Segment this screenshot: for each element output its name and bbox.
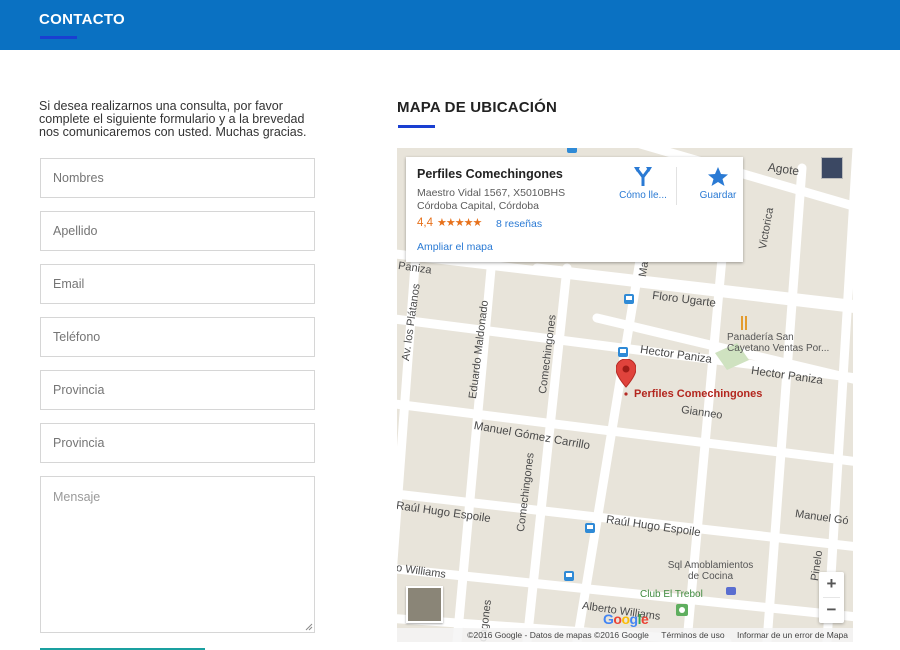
embedded-map[interactable]: Agote Victorica Paniza Floro Ugarte Av. … bbox=[397, 148, 853, 642]
directions-label: Cómo lle... bbox=[619, 190, 667, 201]
title-underline bbox=[40, 36, 77, 39]
star-icon bbox=[708, 167, 728, 186]
nombres-input[interactable] bbox=[40, 158, 315, 198]
email-input[interactable] bbox=[40, 264, 315, 304]
map-attribution: ©2016 Google - Datos de mapas ©2016 Goog… bbox=[397, 628, 853, 642]
mensaje-textarea[interactable]: Mensaje bbox=[40, 476, 315, 633]
restaurant-icon[interactable] bbox=[739, 316, 749, 330]
place-label-panaderia[interactable]: Panadería San Cayetano Ventas Por... bbox=[727, 332, 837, 354]
fullscreen-thumbnail-icon[interactable] bbox=[821, 157, 843, 179]
satellite-toggle[interactable] bbox=[406, 586, 443, 623]
copyright-text: ©2016 Google - Datos de mapas ©2016 Goog… bbox=[467, 630, 649, 640]
zoom-in-button[interactable]: + bbox=[819, 572, 844, 597]
save-label: Guardar bbox=[699, 190, 737, 201]
save-button[interactable]: Guardar bbox=[688, 165, 748, 201]
address-line-2: Córdoba Capital, Córdoba bbox=[417, 199, 539, 212]
map-title-underline bbox=[398, 125, 435, 128]
directions-button[interactable]: Cómo lle... bbox=[613, 165, 673, 201]
provincia-input-2[interactable] bbox=[40, 423, 315, 463]
bus-stop-icon[interactable] bbox=[585, 523, 595, 533]
card-divider bbox=[676, 167, 677, 205]
mensaje-placeholder: Mensaje bbox=[53, 490, 101, 504]
reviews-link[interactable]: 8 reseñas bbox=[496, 218, 542, 230]
bus-stop-icon[interactable] bbox=[624, 294, 634, 304]
zoom-control: + − bbox=[819, 572, 844, 623]
map-section-title: MAPA DE UBICACIÓN bbox=[397, 99, 558, 116]
place-address: Maestro Vidal 1567, X5010BHS Córdoba Cap… bbox=[417, 187, 607, 212]
bus-stop-icon[interactable] bbox=[564, 571, 574, 581]
bus-stop-icon[interactable] bbox=[618, 347, 628, 357]
terms-link[interactable]: Términos de uso bbox=[661, 630, 724, 640]
bus-stop-icon[interactable] bbox=[567, 148, 577, 153]
directions-icon bbox=[634, 167, 652, 186]
rating-value: 4,4 bbox=[417, 217, 433, 229]
shop-icon[interactable] bbox=[725, 584, 737, 596]
report-error-link[interactable]: Informar de un error de Mapa bbox=[737, 630, 848, 640]
page-title: CONTACTO bbox=[39, 11, 126, 28]
zoom-out-button[interactable]: − bbox=[819, 598, 844, 623]
place-info-card: Perfiles Comechingones Maestro Vidal 156… bbox=[406, 157, 743, 262]
place-label-club[interactable]: Club El Trebol bbox=[640, 589, 703, 600]
place-label-sql[interactable]: Sql Amoblamientos de Cocina bbox=[663, 560, 758, 582]
header-bar: CONTACTO bbox=[0, 0, 900, 50]
place-name: Perfiles Comechingones bbox=[417, 167, 563, 181]
address-line-1: Maestro Vidal 1567, X5010BHS bbox=[417, 187, 566, 199]
apellido-input[interactable] bbox=[40, 211, 315, 251]
enlarge-map-link[interactable]: Ampliar el mapa bbox=[417, 241, 493, 253]
park-icon[interactable] bbox=[676, 604, 688, 616]
location-marker-icon[interactable] bbox=[616, 359, 636, 397]
telefono-input[interactable] bbox=[40, 317, 315, 357]
google-logo: Google bbox=[603, 611, 649, 627]
rating-stars-icon: ★★★★★ bbox=[437, 217, 482, 229]
intro-text: Si desea realizarnos una consulta, por f… bbox=[39, 99, 307, 139]
marker-label[interactable]: Perfiles Comechingones bbox=[634, 389, 762, 400]
resize-handle-icon[interactable] bbox=[305, 623, 313, 631]
provincia-input[interactable] bbox=[40, 370, 315, 410]
